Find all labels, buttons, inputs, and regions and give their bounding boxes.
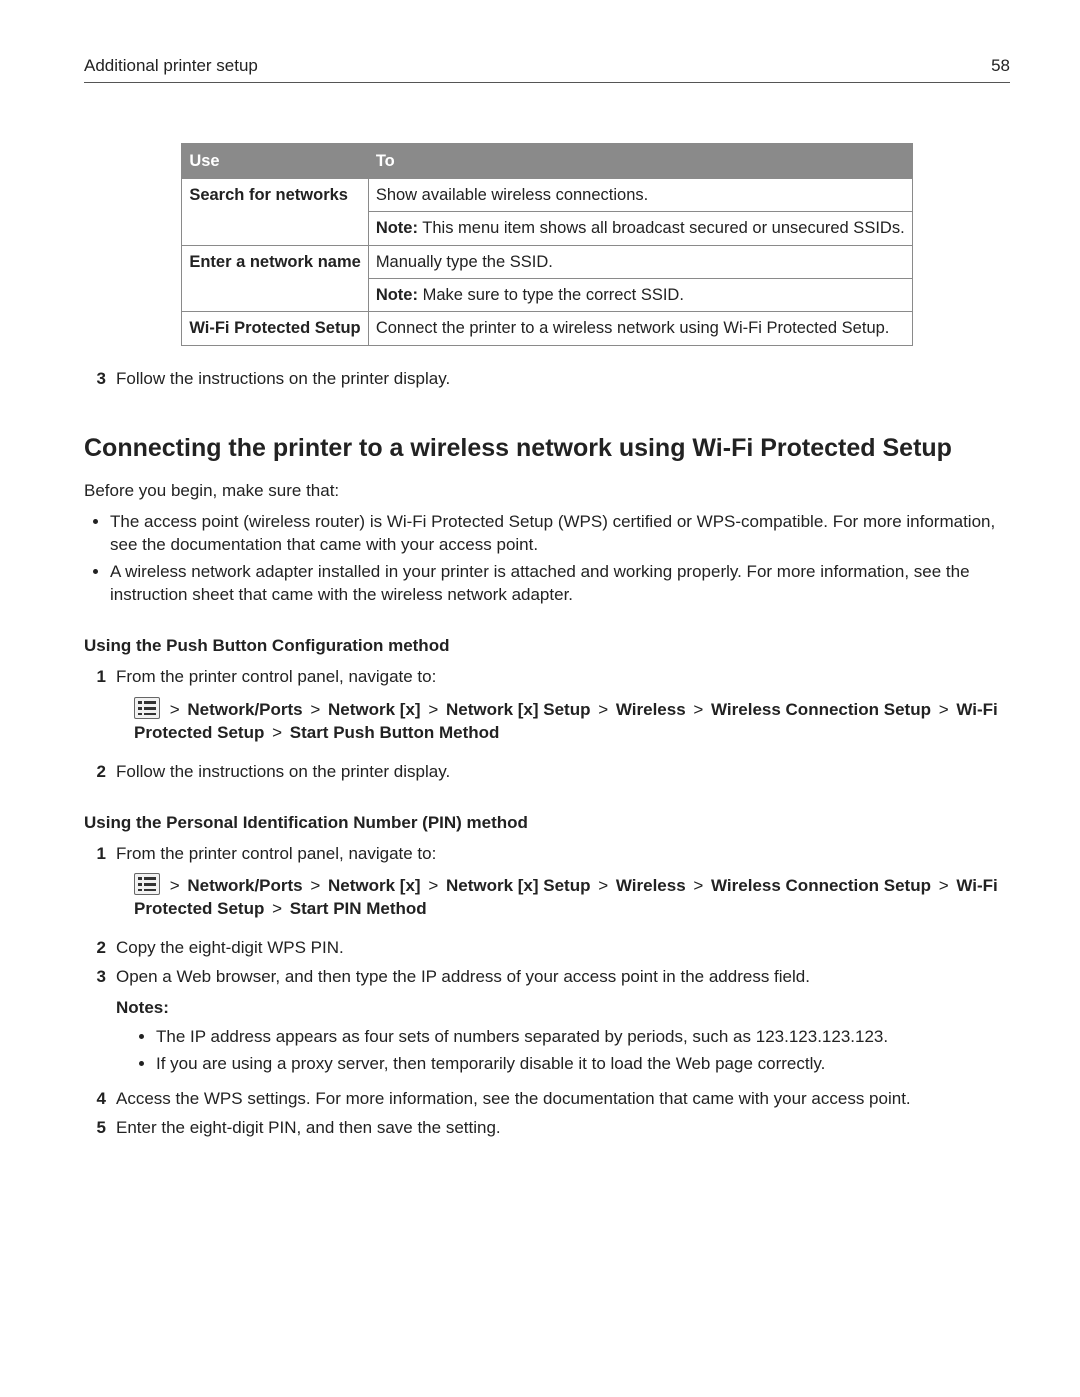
- step-number: 2: [84, 937, 106, 960]
- step-number: 4: [84, 1088, 106, 1111]
- path-seg: Network [x] Setup: [446, 876, 591, 895]
- note-lead: Note:: [376, 219, 418, 237]
- note-lead: Note:: [376, 286, 418, 304]
- menu-icon: [134, 873, 160, 895]
- page-number: 58: [991, 55, 1010, 78]
- step-item: 3 Follow the instructions on the printer…: [84, 368, 1010, 391]
- path-sep: >: [264, 723, 289, 742]
- note-text: This menu item shows all broadcast secur…: [418, 219, 905, 237]
- table-head-to: To: [368, 143, 912, 178]
- push-steps: 1 From the printer control panel, naviga…: [84, 666, 1010, 784]
- step-text: Follow the instructions on the printer d…: [116, 761, 1010, 784]
- bullet-item: The access point (wireless router) is Wi…: [110, 511, 1010, 557]
- bullet-item: The IP address appears as four sets of n…: [156, 1026, 1010, 1049]
- bullet-item: A wireless network adapter installed in …: [110, 561, 1010, 607]
- step-body: From the printer control panel, navigate…: [116, 843, 1010, 932]
- path-seg: Network [x]: [328, 700, 421, 719]
- path-sep: >: [303, 876, 328, 895]
- path-seg: Network [x] Setup: [446, 700, 591, 719]
- table-head-row: Use To: [182, 143, 912, 178]
- path-seg: Wireless Connection Setup: [711, 700, 931, 719]
- page-header: Additional printer setup 58: [84, 55, 1010, 83]
- step-body: Open a Web browser, and then type the IP…: [116, 966, 1010, 1082]
- step-text: Open a Web browser, and then type the IP…: [116, 966, 1010, 989]
- note-text: Make sure to type the correct SSID.: [418, 286, 684, 304]
- step-number: 3: [84, 368, 106, 391]
- path-seg: Wireless: [616, 700, 686, 719]
- step-item: 3 Open a Web browser, and then type the …: [84, 966, 1010, 1082]
- page-content: Use To Search for networks Show availabl…: [84, 83, 1010, 1140]
- step-text: From the printer control panel, navigate…: [116, 666, 1010, 689]
- table-note: Note: Make sure to type the correct SSID…: [368, 279, 912, 312]
- path-sep: >: [421, 700, 446, 719]
- step-text: Access the WPS settings. For more inform…: [116, 1088, 1010, 1111]
- path-seg: Wireless: [616, 876, 686, 895]
- path-seg: Network/Ports: [187, 876, 302, 895]
- path-sep: >: [167, 876, 188, 895]
- path-sep: >: [591, 876, 616, 895]
- path-seg: Start PIN Method: [290, 899, 427, 918]
- step-item: 2 Copy the eight‑digit WPS PIN.: [84, 937, 1010, 960]
- path-sep: >: [931, 700, 956, 719]
- step-item: 4 Access the WPS settings. For more info…: [84, 1088, 1010, 1111]
- path-seg: Wireless Connection Setup: [711, 876, 931, 895]
- table-val: Connect the printer to a wireless networ…: [368, 312, 912, 345]
- path-sep: >: [591, 700, 616, 719]
- step-item: 1 From the printer control panel, naviga…: [84, 843, 1010, 932]
- path-sep: >: [264, 899, 289, 918]
- path-sep: >: [686, 876, 711, 895]
- table-row: Wi‑Fi Protected Setup Connect the printe…: [182, 312, 912, 345]
- ordered-step: 3 Follow the instructions on the printer…: [84, 368, 1010, 391]
- section-heading: Connecting the printer to a wireless net…: [84, 432, 1010, 466]
- path-sep: >: [167, 700, 188, 719]
- step-number: 3: [84, 966, 106, 1082]
- menu-icon: [134, 697, 160, 719]
- intro-text: Before you begin, make sure that:: [84, 480, 1010, 503]
- table-note: Note: This menu item shows all broadcast…: [368, 212, 912, 245]
- bullet-item: If you are using a proxy server, then te…: [156, 1053, 1010, 1076]
- step-item: 5 Enter the eight‑digit PIN, and then sa…: [84, 1117, 1010, 1140]
- step-item: 2 Follow the instructions on the printer…: [84, 761, 1010, 784]
- path-seg: Network [x]: [328, 876, 421, 895]
- table-key: Search for networks: [182, 179, 368, 246]
- nav-path: > Network/Ports > Network [x] > Network …: [116, 873, 1010, 921]
- notes-lead: Notes:: [116, 997, 1010, 1020]
- table-key: Wi‑Fi Protected Setup: [182, 312, 368, 345]
- header-title: Additional printer setup: [84, 55, 258, 78]
- pin-steps: 1 From the printer control panel, naviga…: [84, 843, 1010, 1140]
- notes-bullets: The IP address appears as four sets of n…: [116, 1026, 1010, 1076]
- step-number: 5: [84, 1117, 106, 1140]
- step-body: From the printer control panel, navigate…: [116, 666, 1010, 755]
- path-sep: >: [931, 876, 956, 895]
- table-head-use: Use: [182, 143, 368, 178]
- table-key: Enter a network name: [182, 245, 368, 312]
- page: Additional printer setup 58 Use To Searc…: [0, 0, 1080, 1397]
- step-number: 1: [84, 666, 106, 755]
- step-item: 1 From the printer control panel, naviga…: [84, 666, 1010, 755]
- table-val: Show available wireless connections.: [368, 179, 912, 212]
- table-row: Search for networks Show available wirel…: [182, 179, 912, 212]
- step-text: Enter the eight‑digit PIN, and then save…: [116, 1117, 1010, 1140]
- step-number: 2: [84, 761, 106, 784]
- options-table: Use To Search for networks Show availabl…: [181, 143, 912, 346]
- nav-path: > Network/Ports > Network [x] > Network …: [116, 697, 1010, 745]
- step-text: Copy the eight‑digit WPS PIN.: [116, 937, 1010, 960]
- step-text: Follow the instructions on the printer d…: [116, 368, 1010, 391]
- subsection-heading-pin: Using the Personal Identification Number…: [84, 812, 1010, 835]
- path-sep: >: [686, 700, 711, 719]
- path-sep: >: [303, 700, 328, 719]
- step-number: 1: [84, 843, 106, 932]
- table-val: Manually type the SSID.: [368, 245, 912, 278]
- intro-bullets: The access point (wireless router) is Wi…: [84, 511, 1010, 607]
- subsection-heading-push: Using the Push Button Configuration meth…: [84, 635, 1010, 658]
- path-sep: >: [421, 876, 446, 895]
- path-seg: Network/Ports: [187, 700, 302, 719]
- step-text: From the printer control panel, navigate…: [116, 843, 1010, 866]
- path-seg: Start Push Button Method: [290, 723, 500, 742]
- table-row: Enter a network name Manually type the S…: [182, 245, 912, 278]
